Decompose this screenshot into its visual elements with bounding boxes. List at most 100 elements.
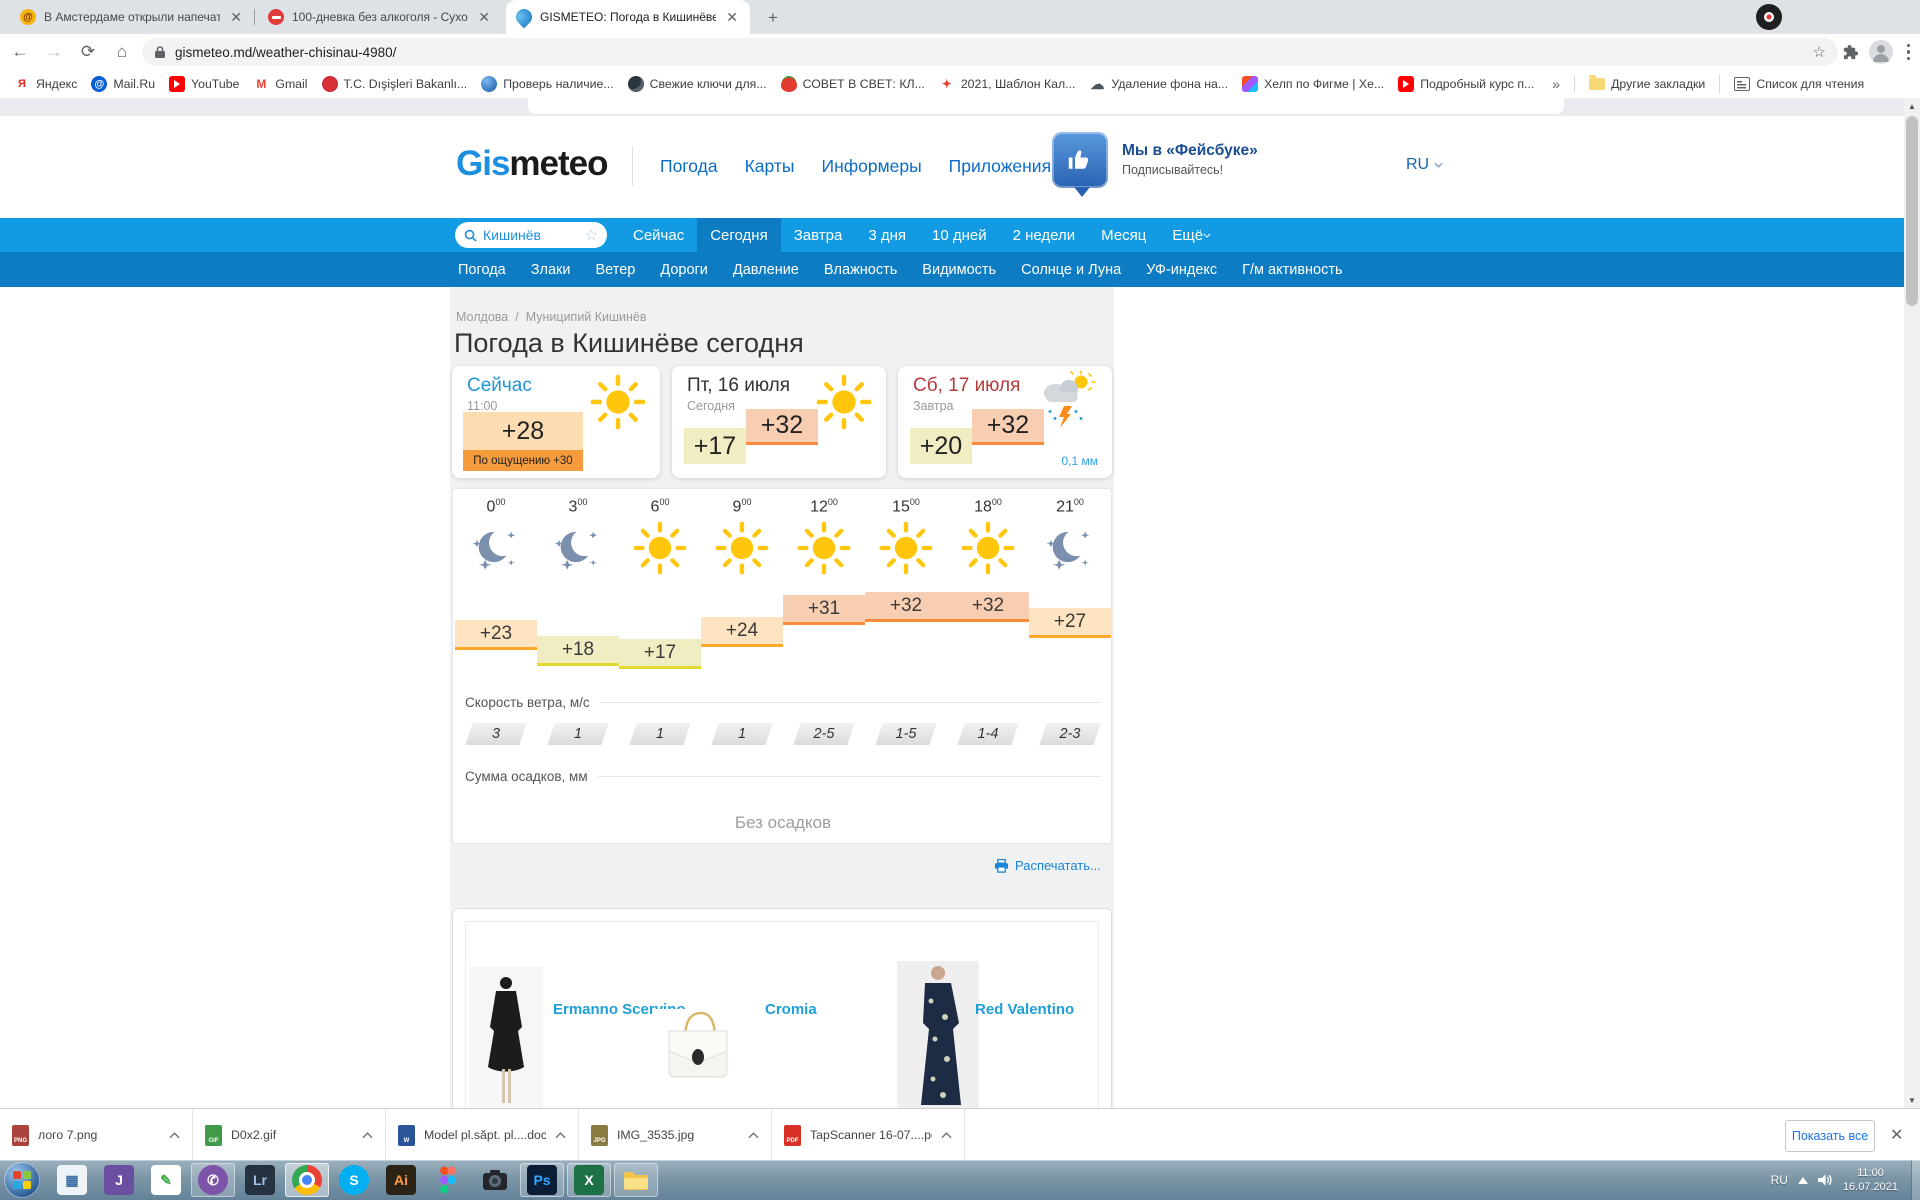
taskbar-app-lightroom[interactable]: Lr [238, 1163, 282, 1197]
address-bar[interactable]: gismeteo.md/weather-chisinau-4980/ ☆ [142, 38, 1838, 66]
product-image-bag[interactable] [655, 1009, 739, 1085]
bookmark-item[interactable]: Проверь наличие... [481, 76, 613, 92]
bookmarks-overflow-chevron[interactable]: » [1552, 76, 1560, 92]
breadcrumb-link[interactable]: Муниципий Кишинёв [526, 310, 647, 324]
taskbar-app-j-app[interactable]: J [97, 1163, 141, 1197]
browser-tab[interactable]: GISMETEO: Погода в Кишинёве✕ [506, 0, 750, 34]
sub-nav-link[interactable]: Погода [458, 262, 506, 278]
weather-card[interactable]: Сейчас11:00+28По ощущению +30 [452, 366, 660, 478]
download-item[interactable]: PDFTapScanner 16-07....pdf [772, 1109, 965, 1161]
sub-nav-link[interactable]: Солнце и Луна [1021, 262, 1121, 278]
reload-button[interactable]: ⟳ [74, 38, 102, 66]
site-nav-link[interactable]: Погода [660, 156, 718, 177]
sub-nav-link[interactable]: Ветер [595, 262, 635, 278]
tray-language[interactable]: RU [1771, 1173, 1788, 1187]
site-nav-link[interactable]: Информеры [821, 156, 921, 177]
profile-avatar[interactable] [1869, 40, 1893, 64]
sub-nav-link[interactable]: Дороги [660, 262, 708, 278]
period-tab[interactable]: Месяц [1088, 218, 1159, 252]
screen-record-indicator[interactable] [1756, 4, 1782, 30]
weather-card[interactable]: Сб, 17 июляЗавтра+20+320,1 мм [898, 366, 1112, 478]
other-bookmarks-button[interactable]: Другие закладки [1589, 77, 1705, 91]
tab-close-icon[interactable]: ✕ [228, 9, 244, 26]
scroll-down-arrow[interactable]: ▼ [1904, 1092, 1920, 1108]
sub-nav-link[interactable]: Г/м активность [1242, 262, 1342, 278]
bookmark-item[interactable]: YouTube [169, 76, 239, 92]
browser-menu-icon[interactable] [1903, 44, 1915, 61]
taskbar-app-skype[interactable]: S [332, 1163, 376, 1197]
breadcrumb-link[interactable]: Молдова [456, 310, 508, 324]
back-button[interactable]: ← [6, 38, 34, 66]
taskbar-app-chrome[interactable] [285, 1163, 329, 1197]
period-tab[interactable]: Завтра [781, 218, 856, 252]
bookmark-item[interactable]: Подробный курс п... [1398, 76, 1534, 92]
taskbar-app-notes[interactable]: ✎ [144, 1163, 188, 1197]
taskbar-app-explorer[interactable] [614, 1163, 658, 1197]
sub-nav-link[interactable]: Давление [733, 262, 799, 278]
download-item[interactable]: GIFD0x2.gif [193, 1109, 386, 1161]
taskbar-app-illustrator[interactable]: Ai [379, 1163, 423, 1197]
bookmark-item[interactable]: ☁Удаление фона на... [1089, 76, 1228, 92]
city-search-input[interactable]: Кишинёв ☆ [455, 222, 607, 248]
start-button[interactable] [4, 1162, 40, 1198]
bookmark-item[interactable]: T.C. Dışişleri Bakanlı... [322, 76, 468, 92]
taskbar-app-excel[interactable]: X [567, 1163, 611, 1197]
sub-nav-link[interactable]: УФ-индекс [1146, 262, 1217, 278]
extensions-puzzle-icon[interactable] [1842, 44, 1859, 61]
product-image-gown[interactable] [897, 961, 979, 1108]
brand-link[interactable]: Cromia [765, 1001, 817, 1018]
gismeteo-logo[interactable]: Gismeteo [456, 144, 608, 184]
close-downloads-bar-icon[interactable]: ✕ [1890, 1125, 1903, 1145]
taskbar-app-figma[interactable] [426, 1163, 470, 1197]
period-tab[interactable]: Сейчас [620, 218, 697, 252]
tab-close-icon[interactable]: ✕ [476, 9, 492, 26]
download-chevron-icon[interactable] [748, 1126, 759, 1144]
volume-icon[interactable] [1818, 1173, 1833, 1187]
download-chevron-icon[interactable] [941, 1126, 952, 1144]
period-tab[interactable]: 10 дней [919, 218, 1000, 252]
bookmark-item[interactable]: Хелп по Фигме | Хе... [1242, 76, 1384, 92]
show-desktop-button[interactable] [1911, 1160, 1920, 1200]
taskbar-app-calculator[interactable]: ▦ [50, 1163, 94, 1197]
taskbar-app-photoshop[interactable]: Ps [520, 1163, 564, 1197]
brand-link[interactable]: Red Valentino [975, 1001, 1074, 1018]
bookmark-item[interactable]: ЯЯндекс [14, 76, 77, 92]
site-nav-link[interactable]: Приложения [949, 156, 1051, 177]
download-item[interactable]: PNGлого 7.png [0, 1109, 193, 1161]
scroll-up-arrow[interactable]: ▲ [1904, 98, 1920, 114]
scrollbar-thumb[interactable] [1906, 116, 1918, 306]
taskbar-app-viber[interactable]: ✆ [191, 1163, 235, 1197]
download-item[interactable]: JPGIMG_3535.jpg [579, 1109, 772, 1161]
page-scrollbar[interactable]: ▲ ▼ [1904, 98, 1920, 1108]
card-title[interactable]: Сейчас [467, 375, 532, 397]
bookmark-item[interactable]: ✦2021, Шаблон Кал... [939, 76, 1076, 92]
forward-button[interactable]: → [40, 38, 68, 66]
sub-nav-link[interactable]: Влажность [824, 262, 897, 278]
bookmark-star-icon[interactable]: ☆ [1813, 43, 1826, 61]
hidden-icons-chevron[interactable] [1798, 1177, 1808, 1184]
print-link[interactable]: Распечатать... [994, 858, 1101, 873]
home-button[interactable]: ⌂ [108, 38, 136, 66]
period-tab[interactable]: Ещё [1159, 218, 1224, 252]
browser-tab[interactable]: 100-дневка без алкоголя - Сухо✕ [258, 0, 502, 34]
period-tab[interactable]: 3 дня [855, 218, 919, 252]
tab-close-icon[interactable]: ✕ [724, 9, 740, 26]
download-chevron-icon[interactable] [555, 1126, 566, 1144]
period-tab[interactable]: 2 недели [1000, 218, 1089, 252]
browser-tab[interactable]: @В Амстердаме открыли напечат✕ [10, 0, 254, 34]
bookmark-item[interactable]: Свежие ключи для... [628, 76, 767, 92]
show-all-downloads-button[interactable]: Показать все [1785, 1120, 1875, 1152]
sub-nav-link[interactable]: Злаки [531, 262, 571, 278]
facebook-widget[interactable]: Мы в «Фейсбуке» Подписывайтесь! [1052, 132, 1258, 188]
weather-card[interactable]: Пт, 16 июляСегодня+17+32 [672, 366, 886, 478]
period-tab[interactable]: Сегодня [697, 218, 781, 252]
download-chevron-icon[interactable] [362, 1126, 373, 1144]
bookmark-item[interactable]: СОВЕТ В СВЕТ: КЛ... [781, 76, 925, 92]
language-selector[interactable]: RU [1406, 156, 1443, 174]
download-item[interactable]: WModel pl.săpt. pl....docx [386, 1109, 579, 1161]
bookmark-item[interactable]: @Mail.Ru [91, 76, 155, 92]
reading-list-button[interactable]: Список для чтения [1734, 77, 1864, 91]
tray-clock[interactable]: 11:00 16.07.2021 [1843, 1166, 1898, 1194]
download-chevron-icon[interactable] [169, 1126, 180, 1144]
product-image-dress[interactable] [469, 967, 543, 1108]
